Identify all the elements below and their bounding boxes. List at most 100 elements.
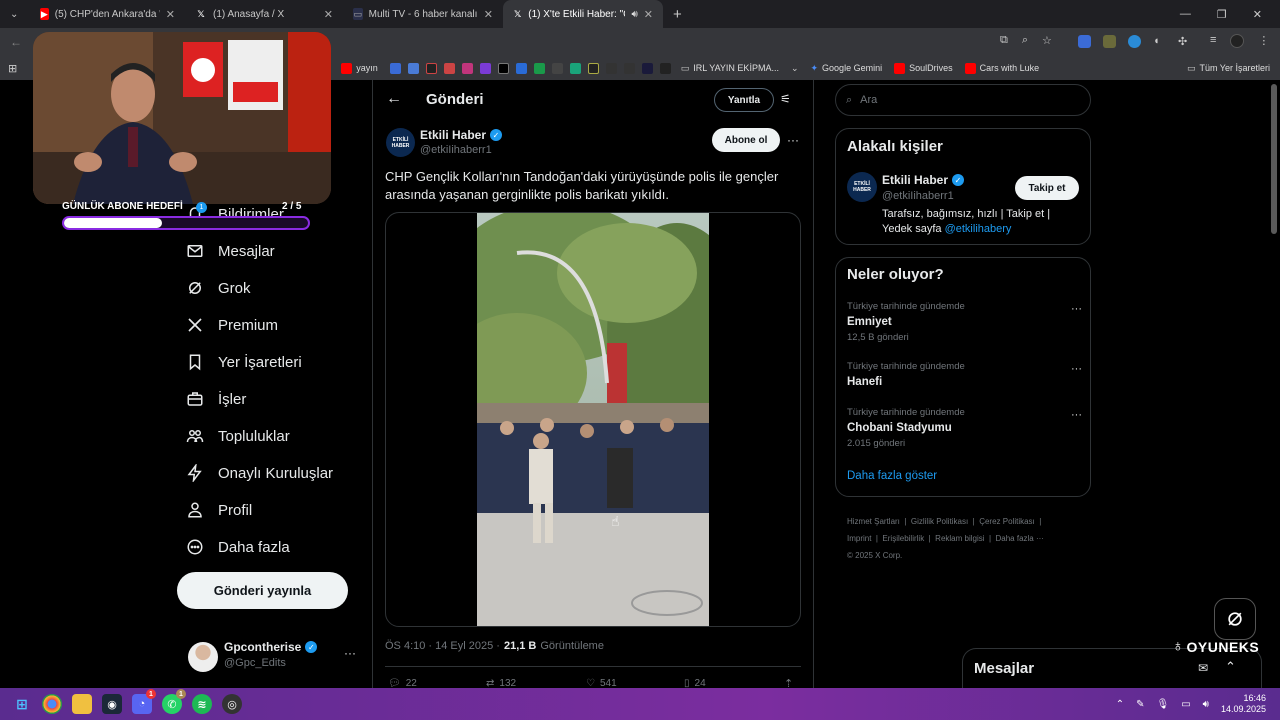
app-icon[interactable]: ◎: [222, 694, 242, 714]
more-dots-icon[interactable]: ···: [1071, 409, 1082, 421]
author-avatar[interactable]: ETKİLİ HABER: [386, 128, 415, 157]
show-more-link[interactable]: Daha fazla göster: [847, 470, 937, 482]
nav-premium[interactable]: Premium: [186, 316, 278, 334]
spotify-icon[interactable]: ≋: [192, 694, 212, 714]
chevron-up-icon[interactable]: ⌃: [1116, 699, 1124, 710]
bookmark-favicon-icon[interactable]: [659, 62, 671, 74]
folder-icon[interactable]: [72, 694, 92, 714]
browser-tab[interactable]: ▶ (5) CHP'den Ankara'da "Vesayet ✕: [30, 0, 185, 28]
cast-icon[interactable]: ⧉: [1000, 34, 1008, 47]
new-message-icon[interactable]: ✉: [1198, 661, 1208, 675]
related-name[interactable]: Etkili Haber: [882, 173, 948, 187]
bookmark-favicon-icon[interactable]: [569, 62, 581, 74]
close-icon[interactable]: ✕: [166, 8, 175, 21]
discord-icon[interactable]: ◔ 1: [132, 689, 156, 714]
bookmark-item[interactable]: ✦ Google Gemini: [811, 63, 883, 74]
close-window-icon[interactable]: ✕: [1253, 8, 1262, 21]
close-icon[interactable]: ✕: [324, 8, 333, 21]
pen-icon[interactable]: ✎: [1136, 699, 1144, 710]
microphone-icon[interactable]: 🎙︎: [1156, 699, 1169, 710]
bookmark-favicon-icon[interactable]: [623, 62, 635, 74]
bookmark-favicon-icon[interactable]: [407, 62, 419, 74]
grok-floating-button[interactable]: [1214, 598, 1256, 640]
bookmark-item[interactable]: yayın: [341, 62, 378, 74]
subscribe-button[interactable]: Abone ol: [712, 128, 780, 152]
more-dots-icon[interactable]: ···: [787, 133, 799, 147]
search-input[interactable]: ⌕ Ara: [835, 84, 1091, 116]
apps-grid-icon[interactable]: ⊞: [8, 62, 17, 75]
footer-link[interactable]: Hizmet Şartları: [847, 517, 900, 526]
footer-link[interactable]: Erişilebilirlik: [882, 534, 924, 543]
nav-more[interactable]: Daha fazla: [186, 538, 290, 556]
whatsapp-icon[interactable]: ✆ 1: [162, 689, 186, 714]
related-handle[interactable]: @etkiIihaberr1: [882, 190, 954, 202]
close-icon[interactable]: ✕: [644, 8, 653, 21]
reading-list-icon[interactable]: ≡: [1210, 34, 1216, 48]
tab-list-button[interactable]: ⌄: [0, 0, 30, 28]
nav-bookmarks[interactable]: Yer İşaretleri: [186, 353, 302, 371]
account-switcher[interactable]: Gpcontherise ✓ @Gpc_Edits ···: [186, 640, 361, 676]
menu-dots-icon[interactable]: ⋮: [1258, 34, 1269, 48]
windows-start-icon[interactable]: ⊞: [12, 694, 32, 714]
settings-sliders-icon[interactable]: ⚟: [780, 92, 791, 106]
follow-button[interactable]: Takip et: [1015, 176, 1079, 200]
footer-link[interactable]: Gizlilik Politikası: [911, 517, 968, 526]
bio-link[interactable]: @etkilihabery: [945, 223, 1012, 235]
bookmark-favicon-icon[interactable]: [587, 62, 599, 74]
minimize-icon[interactable]: —: [1180, 8, 1191, 21]
nav-profile[interactable]: Profil: [186, 501, 252, 519]
extension-icon[interactable]: [1128, 35, 1141, 48]
bookmark-item[interactable]: SoulDrives: [894, 62, 953, 74]
new-tab-button[interactable]: +: [663, 0, 693, 28]
reply-button[interactable]: Yanıtla: [714, 88, 774, 112]
maximize-icon[interactable]: ❐: [1217, 8, 1227, 21]
sheets-icon[interactable]: [533, 62, 545, 74]
bookmark-favicon-icon[interactable]: [425, 62, 437, 74]
more-dots-icon[interactable]: ···: [1071, 363, 1082, 375]
bookmark-favicon-icon[interactable]: [389, 62, 401, 74]
bookmark-favicon-icon[interactable]: [605, 62, 617, 74]
tweet-timestamp[interactable]: ÖS 4:10 · 14 Eyl 2025 ·: [385, 640, 500, 652]
bookmark-favicon-icon[interactable]: [641, 62, 653, 74]
tweet-video[interactable]: ☝: [385, 212, 801, 627]
bookmark-favicon-icon[interactable]: [551, 62, 563, 74]
scrollbar-thumb[interactable]: [1271, 84, 1277, 234]
chevron-down-icon[interactable]: ⌄: [791, 63, 799, 74]
footer-link[interactable]: Imprint: [847, 534, 871, 543]
nav-jobs[interactable]: İşler: [186, 390, 246, 408]
nav-verified-orgs[interactable]: Onaylı Kuruluşlar: [186, 464, 333, 482]
extension-icon[interactable]: [1103, 35, 1116, 48]
nav-grok[interactable]: Grok: [186, 279, 251, 297]
more-dots-icon[interactable]: ···: [1071, 303, 1082, 315]
close-icon[interactable]: ✕: [484, 8, 493, 21]
footer-link[interactable]: Reklam bilgisi: [935, 534, 984, 543]
profile-avatar[interactable]: [1230, 34, 1245, 48]
author-name[interactable]: Etkili Haber: [420, 128, 486, 142]
author-handle[interactable]: @etkiIihaberr1: [420, 144, 492, 156]
instagram-icon[interactable]: [461, 62, 473, 74]
expand-up-icon[interactable]: ⌃: [1225, 659, 1236, 675]
browser-tab[interactable]: ▭ Multi TV - 6 haber kanalını ayn ✕: [343, 0, 503, 28]
bookmark-favicon-icon[interactable]: [443, 62, 455, 74]
volume-extension-icon[interactable]: ◖: [1153, 35, 1166, 48]
docs-icon[interactable]: [515, 62, 527, 74]
more-dots-icon[interactable]: ···: [344, 646, 356, 660]
display-icon[interactable]: ▭: [1181, 699, 1190, 710]
speaker-icon[interactable]: 🔊︎: [1203, 699, 1209, 710]
browser-tab[interactable]: 𝕏 (1) Anasayfa / X ✕: [185, 0, 343, 28]
speaker-icon[interactable]: 🔊︎: [631, 9, 637, 20]
twitch-icon[interactable]: [479, 62, 491, 74]
browser-tab-active[interactable]: 𝕏 (1) X'te Etkili Haber: "CHP G 🔊︎ ✕: [503, 0, 663, 28]
chrome-icon[interactable]: [42, 694, 62, 714]
system-clock[interactable]: 16:46 14.09.2025: [1221, 693, 1266, 715]
footer-link[interactable]: Daha fazla ···: [996, 534, 1044, 543]
post-button[interactable]: Gönderi yayınla: [177, 572, 348, 609]
related-avatar[interactable]: ETKİLİ HABER: [847, 172, 877, 202]
bookmark-folder[interactable]: ▭ IRL YAYIN EKİPMA...: [681, 63, 779, 74]
all-bookmarks-folder[interactable]: ▭ Tüm Yer İşaretleri: [1187, 63, 1270, 74]
back-arrow-icon[interactable]: ←: [386, 90, 402, 108]
footer-link[interactable]: Çerez Politikası: [979, 517, 1035, 526]
trend-item[interactable]: Türkiye tarihinde gündemde Hanefi ···: [847, 361, 1082, 388]
steam-icon[interactable]: ◉: [102, 694, 122, 714]
nav-communities[interactable]: Topluluklar: [186, 427, 290, 445]
